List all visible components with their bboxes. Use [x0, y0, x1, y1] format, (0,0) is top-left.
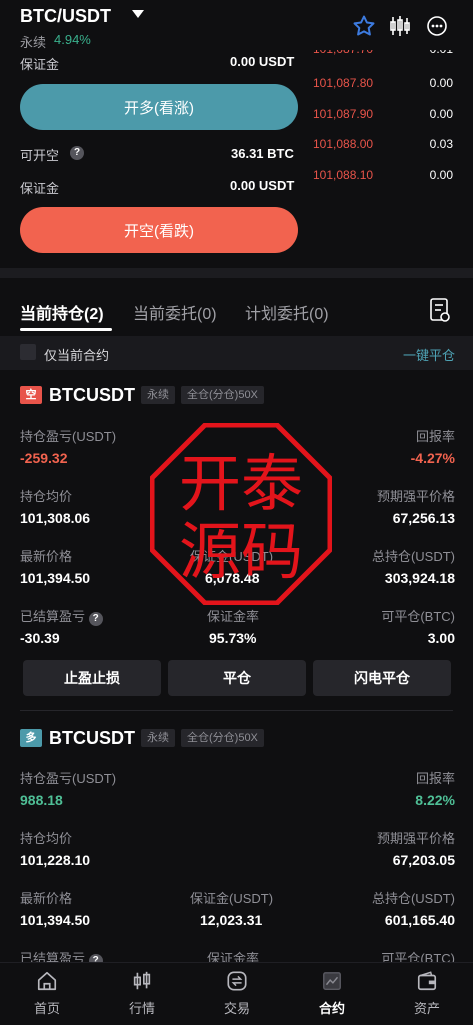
last-price-label: 最新价格: [20, 549, 73, 564]
roe-value: 8.22%: [415, 792, 455, 808]
closable-label: 可平仓(BTC): [381, 609, 455, 624]
tab-underline: [20, 328, 112, 331]
orderbook-price[interactable]: 101,088.00: [313, 137, 373, 151]
realized-pnl-value: -30.39: [20, 630, 60, 646]
star-icon[interactable]: [352, 14, 376, 38]
short-badge: 空: [20, 386, 42, 404]
orderbook-qty: 0.00: [429, 76, 453, 90]
margin-mode-tag: 全仓(分仓)50X: [181, 729, 264, 747]
can-short-value: 36.31 BTC: [231, 146, 294, 161]
last-price-value: 101,394.50: [20, 570, 91, 586]
nav-assets-label: 资产: [413, 1001, 440, 1016]
last-price-value: 101,394.50: [20, 912, 91, 928]
wallet-icon: [417, 971, 437, 991]
stamp-line-2: 源码: [179, 515, 303, 588]
orderbook-qty: 0.03: [429, 137, 453, 151]
liq-price-label: 预期强平价格: [376, 831, 455, 846]
roe-label: 回报率: [415, 771, 455, 786]
open-long-button[interactable]: 开多(看涨): [20, 84, 298, 130]
tab-plan-orders[interactable]: 计划委托(0): [245, 300, 329, 324]
candlestick-icon: [133, 971, 151, 990]
margin-label-2: 保证金: [20, 181, 60, 196]
pnl-value: 988.18: [20, 792, 63, 808]
nav-trade-label: 交易: [223, 1001, 250, 1016]
only-current-checkbox[interactable]: [20, 344, 36, 360]
only-current-label[interactable]: 仅当前合约: [44, 345, 109, 364]
stamp-line-1: 开泰: [179, 447, 303, 520]
perpetual-label: 永续: [20, 35, 47, 50]
total-position-value: 303,924.18: [384, 570, 455, 586]
orderbook-price[interactable]: 101,088.10: [313, 168, 373, 182]
margin-usdt-value: 12,023.31: [200, 912, 263, 928]
liq-price-value: 67,203.05: [392, 852, 455, 868]
nav-trade[interactable]: 交易: [190, 964, 284, 1022]
realized-pnl-label: 已结算盈亏 ?: [20, 606, 103, 626]
flash-close-button[interactable]: 闪电平仓: [313, 660, 451, 696]
orderbook-clip: [300, 38, 473, 50]
section-divider: [0, 268, 473, 278]
tab-orders[interactable]: 当前委托(0): [133, 300, 217, 324]
nav-market-label: 行情: [128, 1001, 155, 1016]
exchange-icon: [227, 971, 247, 991]
margin-value: 0.00 USDT: [230, 54, 295, 69]
nav-home-label: 首页: [33, 1001, 60, 1016]
total-position-label: 总持仓(USDT): [371, 549, 455, 564]
position-symbol: BTCUSDT: [49, 385, 135, 405]
card-separator: [20, 710, 453, 711]
margin-label: 保证金: [20, 57, 60, 72]
nav-market[interactable]: 行情: [95, 964, 189, 1022]
roe-label: 回报率: [415, 429, 455, 444]
position-symbol: BTCUSDT: [49, 728, 135, 748]
pnl-label: 持仓盈亏(USDT): [20, 771, 117, 786]
orderbook-price[interactable]: 101,087.90: [313, 107, 373, 121]
nav-home[interactable]: 首页: [0, 964, 94, 1022]
margin-value-2: 0.00 USDT: [230, 178, 295, 193]
tp-sl-button[interactable]: 止盈止损: [23, 660, 161, 696]
nav-contract[interactable]: 合约: [285, 964, 379, 1022]
nav-assets[interactable]: 资产: [380, 964, 473, 1022]
home-icon: [37, 971, 57, 991]
orderbook-price[interactable]: 101,087.80: [313, 76, 373, 90]
perpetual-tag: 永续: [141, 386, 175, 404]
chevron-down-icon[interactable]: [132, 10, 144, 18]
help-icon[interactable]: ?: [88, 612, 103, 626]
candlestick-chart-icon[interactable]: [388, 14, 412, 38]
close-position-button[interactable]: 平仓: [168, 660, 306, 696]
open-short-button[interactable]: 开空(看跌): [20, 207, 298, 253]
price-change: 4.94%: [54, 32, 91, 47]
pair-title[interactable]: BTC/USDT: [20, 6, 111, 27]
watermark-stamp: 开泰 源码: [150, 423, 332, 605]
perpetual-tag: 永续: [141, 729, 175, 747]
help-icon[interactable]: ?: [70, 146, 84, 160]
avg-price-value: 101,228.10: [20, 852, 91, 868]
margin-mode-tag: 全仓(分仓)50X: [181, 386, 264, 404]
orderbook-qty: 0.00: [429, 107, 453, 121]
realized-pnl-text: 已结算盈亏: [20, 609, 86, 624]
tab-positions[interactable]: 当前持仓(2): [20, 300, 104, 324]
avg-price-label: 持仓均价: [20, 489, 73, 504]
total-position-value: 601,165.40: [384, 912, 455, 928]
long-badge: 多: [20, 729, 42, 747]
avg-price-label: 持仓均价: [20, 831, 73, 846]
nav-contract-label: 合约: [318, 1001, 345, 1016]
liq-price-value: 67,256.13: [392, 510, 455, 526]
margin-usdt-label: 保证金(USDT): [190, 891, 274, 906]
total-position-label: 总持仓(USDT): [371, 891, 455, 906]
margin-rate-value: 95.73%: [209, 630, 257, 646]
last-price-label: 最新价格: [20, 891, 73, 906]
margin-rate-label: 保证金率: [207, 609, 260, 624]
pnl-value: -259.32: [20, 450, 68, 466]
roe-value: -4.27%: [410, 450, 455, 466]
orderbook-qty: 0.00: [429, 168, 453, 182]
pnl-label: 持仓盈亏(USDT): [20, 429, 117, 444]
avg-price-value: 101,308.06: [20, 510, 91, 526]
can-short-label: 可开空: [20, 148, 60, 163]
more-icon[interactable]: [425, 14, 449, 38]
close-all-button[interactable]: 一键平仓: [403, 345, 455, 364]
contract-icon: [323, 972, 341, 990]
order-history-icon[interactable]: [428, 297, 452, 323]
liq-price-label: 预期强平价格: [376, 489, 455, 504]
closable-value: 3.00: [427, 630, 455, 646]
